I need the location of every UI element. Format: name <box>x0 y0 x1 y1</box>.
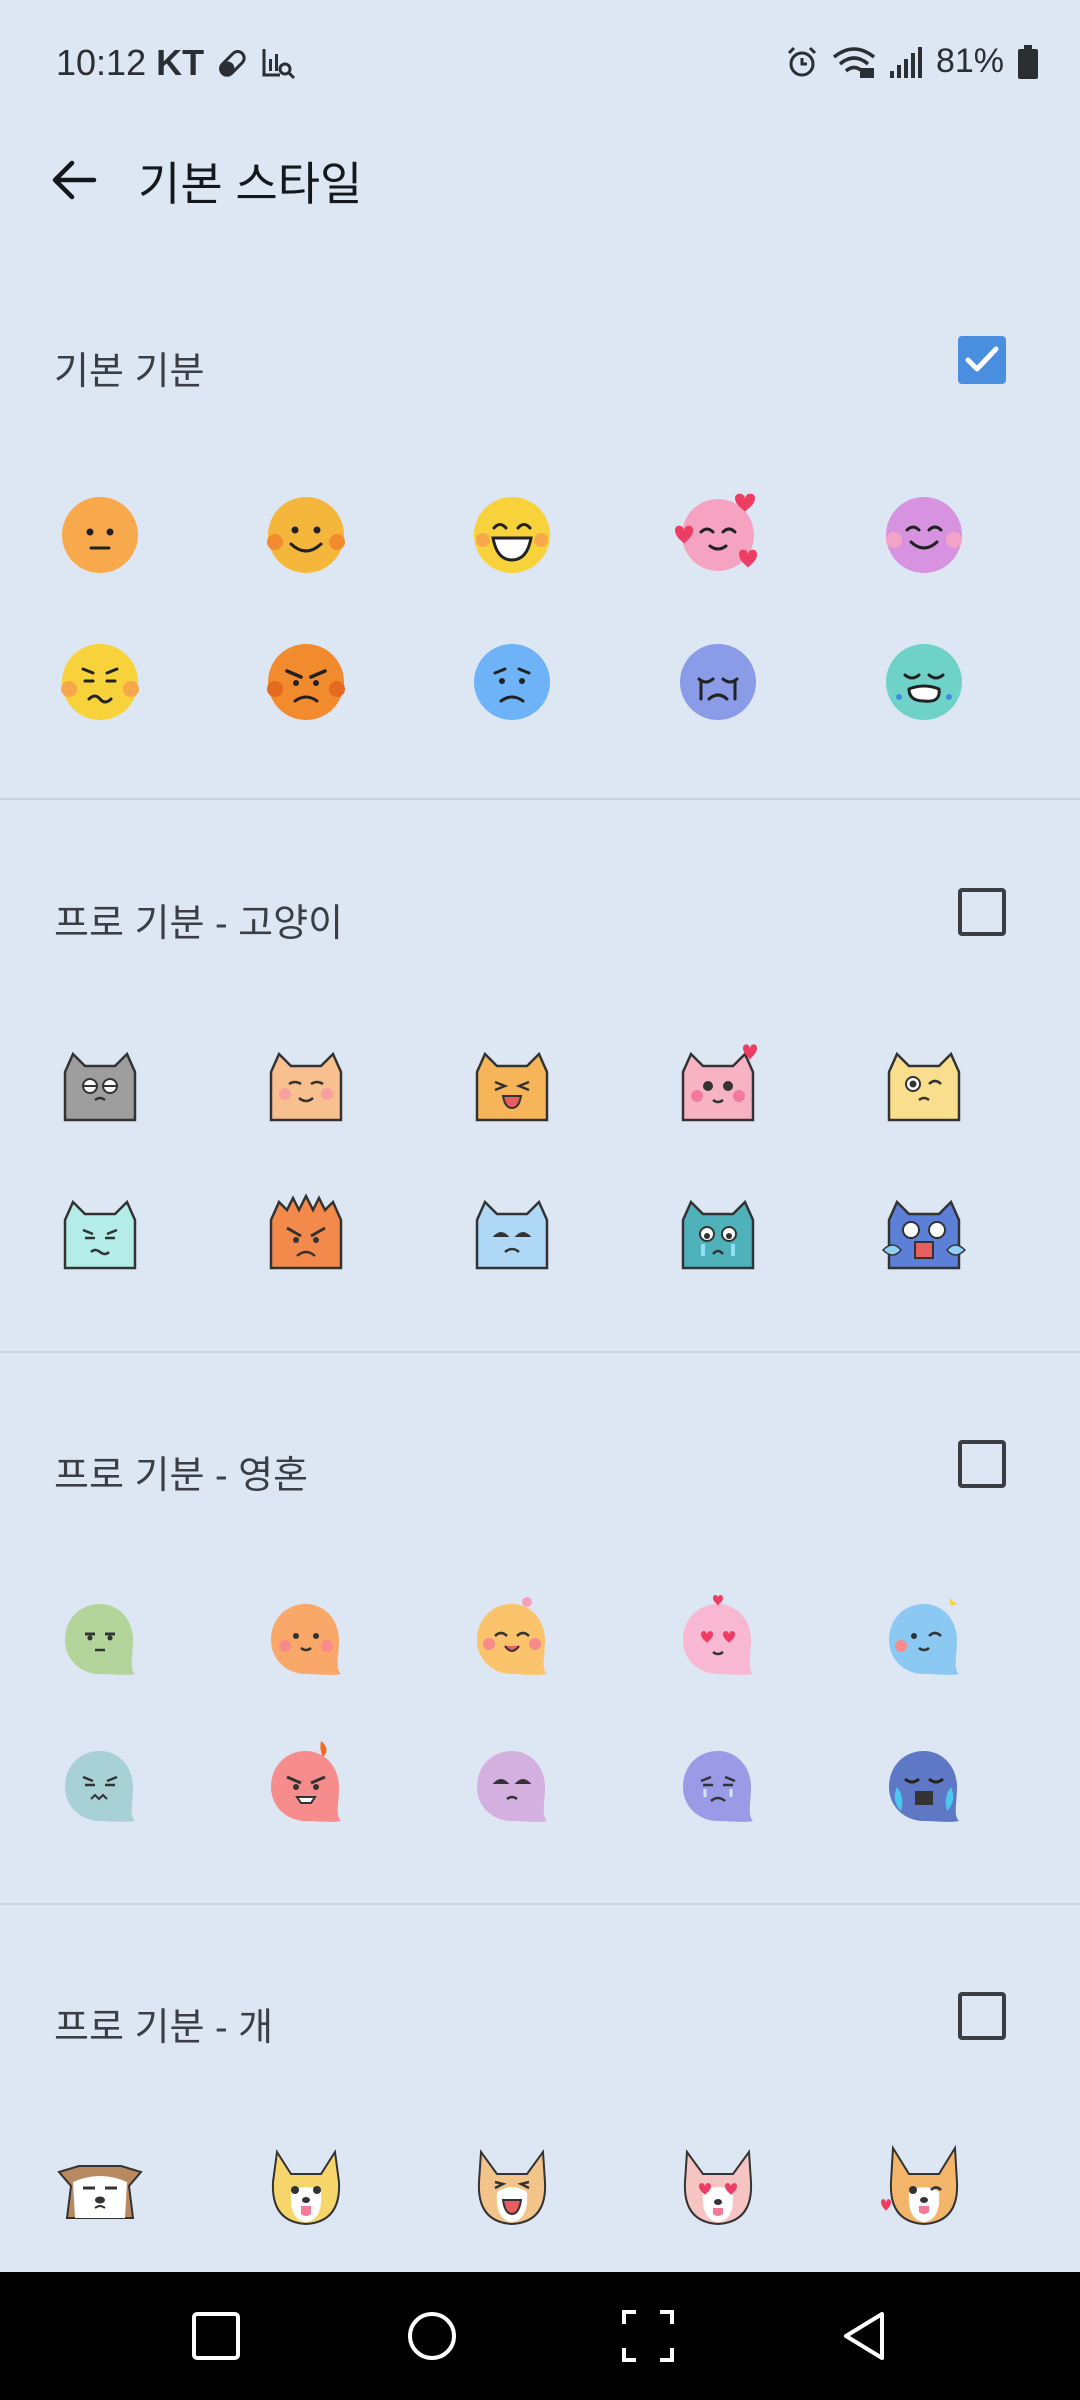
dog-love-icon[interactable] <box>673 2142 763 2232</box>
grinning-face-icon[interactable] <box>467 490 557 580</box>
section-checkbox[interactable] <box>958 1440 1006 1488</box>
cat-sobbing-icon[interactable] <box>879 1190 969 1280</box>
status-time: 10:12 <box>56 42 147 83</box>
section-title[interactable]: 프로 기분 - 영혼 <box>54 1444 308 1499</box>
section-title[interactable]: 프로 기분 - 고양이 <box>54 892 343 947</box>
divider <box>0 1351 1080 1353</box>
happy-face-icon[interactable] <box>879 490 969 580</box>
section-checkbox[interactable] <box>958 888 1006 936</box>
ghost-smile-icon[interactable] <box>261 1594 351 1684</box>
smiling-face-icon[interactable] <box>261 490 351 580</box>
worried-face-icon[interactable] <box>55 637 145 727</box>
sad-face-icon[interactable] <box>467 637 557 727</box>
ghost-sobbing-icon[interactable] <box>879 1741 969 1831</box>
ghost-crying-icon[interactable] <box>673 1741 763 1831</box>
chart-search-icon <box>262 49 296 80</box>
cat-crying-icon[interactable] <box>673 1190 763 1280</box>
neutral-face-icon[interactable] <box>55 490 145 580</box>
triangle-back-icon[interactable] <box>834 2306 894 2366</box>
cat-worried-icon[interactable] <box>55 1190 145 1280</box>
section-title[interactable]: 기본 기분 <box>54 340 204 395</box>
emoji-row <box>0 637 1080 727</box>
dog-cheerful-icon[interactable] <box>261 2142 351 2232</box>
wifi-icon <box>832 46 876 78</box>
angry-face-icon[interactable] <box>261 637 351 727</box>
crying-face-icon[interactable] <box>673 637 763 727</box>
navigation-bar <box>0 2272 1080 2400</box>
love-face-icon[interactable] <box>673 490 763 580</box>
cat-skeptical-icon[interactable] <box>55 1042 145 1132</box>
square-icon[interactable] <box>186 2306 246 2366</box>
status-battery-percent: 81% <box>935 42 1004 80</box>
page-title: 기본 스타일 <box>138 158 363 210</box>
ghost-angry-icon[interactable] <box>261 1741 351 1831</box>
sobbing-face-icon[interactable] <box>879 637 969 727</box>
cat-sad-icon[interactable] <box>467 1190 557 1280</box>
status-bar: 10:12 KT 81% <box>0 0 1080 130</box>
circle-icon[interactable] <box>402 2306 462 2366</box>
emoji-row <box>0 1594 1080 1684</box>
screenshot-frame-icon[interactable] <box>618 2306 678 2366</box>
ghost-nervous-icon[interactable] <box>55 1741 145 1831</box>
cat-laughing-icon[interactable] <box>467 1042 557 1132</box>
status-right: 81% <box>784 42 1040 81</box>
cat-content-icon[interactable] <box>261 1042 351 1132</box>
dog-laughing-icon[interactable] <box>467 2142 557 2232</box>
cat-love-icon[interactable] <box>673 1042 763 1132</box>
section-title[interactable]: 프로 기분 - 개 <box>54 1996 273 2051</box>
emoji-row <box>0 1190 1080 1280</box>
status-left: 10:12 KT <box>56 42 296 84</box>
pill-icon <box>219 50 246 77</box>
ghost-neutral-icon[interactable] <box>55 1594 145 1684</box>
dog-wink-icon[interactable] <box>879 2142 969 2232</box>
app-header: 기본 스타일 <box>0 130 1080 250</box>
battery-icon <box>1018 44 1038 79</box>
cat-wink-icon[interactable] <box>879 1042 969 1132</box>
signal-icon <box>889 46 922 78</box>
dog-grumpy-icon[interactable] <box>55 2142 145 2232</box>
emoji-row <box>0 490 1080 580</box>
ghost-wink-icon[interactable] <box>879 1594 969 1684</box>
section-checkbox[interactable] <box>958 336 1006 384</box>
alarm-icon <box>787 46 816 76</box>
emoji-row <box>0 1741 1080 1831</box>
ghost-love-icon[interactable] <box>673 1594 763 1684</box>
divider <box>0 798 1080 800</box>
divider <box>0 1903 1080 1905</box>
ghost-happy-icon[interactable] <box>467 1594 557 1684</box>
emoji-row <box>0 1042 1080 1132</box>
status-carrier: KT <box>156 42 205 83</box>
ghost-sad-icon[interactable] <box>467 1741 557 1831</box>
emoji-row <box>0 2142 1080 2232</box>
section-checkbox[interactable] <box>958 1992 1006 2040</box>
arrow-left-icon[interactable] <box>44 150 104 210</box>
cat-angry-icon[interactable] <box>261 1190 351 1280</box>
